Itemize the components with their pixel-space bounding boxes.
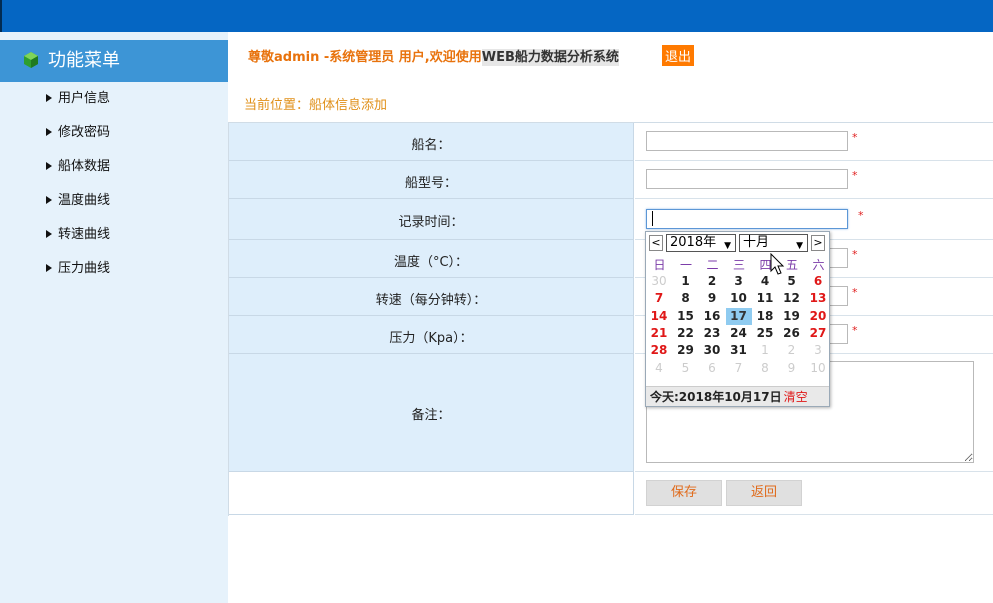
weekday-label: 三 bbox=[732, 258, 745, 272]
label-cell-rotation-speed: 转速（每分钟转）： bbox=[229, 278, 634, 316]
sidebar-item-change-password[interactable]: 修改密码 bbox=[46, 123, 110, 143]
dropdown-arrow-icon: ▼ bbox=[724, 241, 731, 251]
top-bar bbox=[0, 0, 993, 32]
label-cell-record-time: 记录时间： bbox=[229, 199, 634, 240]
calendar-day[interactable]: 7 bbox=[646, 290, 672, 307]
calendar-day[interactable]: 27 bbox=[805, 325, 831, 342]
calendar-day[interactable]: 10 bbox=[805, 360, 831, 377]
logout-button[interactable]: 退出 bbox=[662, 45, 695, 66]
weekday-label: 日 bbox=[653, 258, 666, 272]
triangle-right-icon bbox=[46, 93, 52, 102]
calendar-day[interactable]: 29 bbox=[673, 342, 699, 359]
calendar-day[interactable]: 12 bbox=[779, 290, 805, 307]
text-caret bbox=[652, 211, 653, 226]
calendar-day[interactable]: 8 bbox=[752, 360, 778, 377]
calendar-day[interactable]: 9 bbox=[699, 290, 725, 307]
today-bar: 今天:2018年10月17日 清空 bbox=[646, 386, 829, 406]
calendar-day[interactable]: 26 bbox=[779, 325, 805, 342]
calendar-day[interactable]: 1 bbox=[673, 273, 699, 290]
calendar-day[interactable]: 18 bbox=[752, 308, 778, 325]
system-name: WEB船力数据分析系统 bbox=[481, 49, 619, 66]
triangle-right-icon bbox=[46, 127, 52, 136]
sidebar-item-temperature-curve[interactable]: 温度曲线 bbox=[46, 191, 110, 211]
sidebar-item-speed-curve[interactable]: 转速曲线 bbox=[46, 225, 110, 245]
triangle-right-icon bbox=[46, 161, 52, 170]
calendar-day[interactable]: 23 bbox=[699, 325, 725, 342]
label-cell-ship-model: 船型号： bbox=[229, 161, 634, 199]
weekday-label: 二 bbox=[706, 258, 719, 272]
calendar-day[interactable]: 1 bbox=[752, 342, 778, 359]
save-button[interactable]: 保存 bbox=[646, 480, 722, 506]
calendar-day[interactable]: 2 bbox=[699, 273, 725, 290]
calendar-day[interactable]: 10 bbox=[726, 290, 752, 307]
calendar-day[interactable]: 11 bbox=[752, 290, 778, 307]
calendar-day[interactable]: 17 bbox=[725, 307, 752, 325]
label-cell-pressure: 压力（Kpa）： bbox=[229, 316, 634, 354]
sidebar-item-hull-data[interactable]: 船体数据 bbox=[46, 157, 110, 177]
required-marker: * bbox=[852, 248, 858, 261]
weekday-label: 六 bbox=[812, 258, 825, 272]
dropdown-arrow-icon: ▼ bbox=[796, 241, 803, 251]
required-marker: * bbox=[852, 131, 858, 144]
required-marker: * bbox=[852, 286, 858, 299]
year-select[interactable]: 2018年 ▼ bbox=[666, 234, 736, 252]
calendar-day[interactable]: 3 bbox=[726, 273, 752, 290]
breadcrumb: 当前位置：船体信息添加 bbox=[244, 98, 388, 113]
calendar-day[interactable]: 30 bbox=[646, 273, 672, 290]
calendar-day[interactable]: 5 bbox=[673, 360, 699, 377]
calendar-day[interactable]: 21 bbox=[646, 325, 672, 342]
calendar-day[interactable]: 31 bbox=[726, 342, 752, 359]
calendar-day[interactable]: 24 bbox=[726, 325, 752, 342]
required-marker: * bbox=[858, 209, 864, 222]
today-button[interactable]: 今天:2018年10月17日 bbox=[650, 390, 782, 404]
label-cell-remark: 备注： bbox=[229, 354, 634, 472]
sidebar-item-user-info[interactable]: 用户信息 bbox=[46, 89, 110, 109]
calendar-day[interactable]: 7 bbox=[726, 360, 752, 377]
ship-name-input[interactable] bbox=[646, 131, 848, 151]
calendar-day[interactable]: 28 bbox=[646, 342, 672, 359]
top-bar-edge bbox=[0, 0, 2, 32]
triangle-right-icon bbox=[46, 195, 52, 204]
button-row-spacer bbox=[229, 472, 634, 515]
back-button[interactable]: 返回 bbox=[726, 480, 802, 506]
prev-month-button[interactable]: < bbox=[649, 235, 663, 251]
calendar-day[interactable]: 25 bbox=[752, 325, 778, 342]
calendar-day[interactable]: 3 bbox=[805, 342, 831, 359]
menu-title: 功能菜单 bbox=[48, 50, 120, 71]
calendar-day[interactable]: 6 bbox=[699, 360, 725, 377]
ship-model-input[interactable] bbox=[646, 169, 848, 189]
triangle-right-icon bbox=[46, 263, 52, 272]
calendar-day[interactable]: 9 bbox=[779, 360, 805, 377]
calendar-day[interactable]: 2 bbox=[779, 342, 805, 359]
required-marker: * bbox=[852, 169, 858, 182]
mouse-pointer-icon bbox=[770, 253, 785, 275]
calendar-day[interactable]: 6 bbox=[805, 273, 831, 290]
sidebar-item-pressure-curve[interactable]: 压力曲线 bbox=[46, 259, 110, 279]
triangle-right-icon bbox=[46, 229, 52, 238]
month-select[interactable]: 十月 ▼ bbox=[739, 234, 808, 252]
next-month-button[interactable]: > bbox=[811, 235, 825, 251]
record-time-input[interactable] bbox=[646, 209, 848, 229]
calendar-day[interactable]: 20 bbox=[805, 308, 831, 325]
calendar-day[interactable]: 22 bbox=[673, 325, 699, 342]
calendar-day[interactable]: 13 bbox=[805, 290, 831, 307]
required-marker: * bbox=[852, 324, 858, 337]
date-picker: < 2018年 ▼ 十月 ▼ > 日一二三四五六 30 1 2 3 4 5 6 7 8 9 10 11 12… bbox=[645, 231, 830, 407]
welcome-message: 尊敬admin -系统管理员 用户,欢迎使用WEB船力数据分析系统 bbox=[248, 49, 619, 66]
label-cell-temperature: 温度（°C）： bbox=[229, 240, 634, 278]
calendar-day[interactable]: 8 bbox=[673, 290, 699, 307]
sidebar: 功能菜单 用户信息 修改密码 船体数据 温度曲线 转速曲线 压力曲线 bbox=[0, 32, 228, 603]
calendar-day[interactable]: 19 bbox=[779, 308, 805, 325]
menu-header: 功能菜单 bbox=[0, 40, 228, 82]
calendar-day[interactable]: 14 bbox=[646, 308, 672, 325]
calendar-day[interactable]: 15 bbox=[673, 308, 699, 325]
calendar-day[interactable]: 4 bbox=[646, 360, 672, 377]
calendar-day[interactable]: 30 bbox=[699, 342, 725, 359]
clear-button[interactable]: 清空 bbox=[784, 390, 808, 404]
label-cell-ship-name: 船名： bbox=[229, 123, 634, 161]
cube-icon bbox=[24, 52, 38, 68]
weekday-label: 一 bbox=[679, 258, 692, 272]
calendar-day[interactable]: 16 bbox=[699, 308, 725, 325]
